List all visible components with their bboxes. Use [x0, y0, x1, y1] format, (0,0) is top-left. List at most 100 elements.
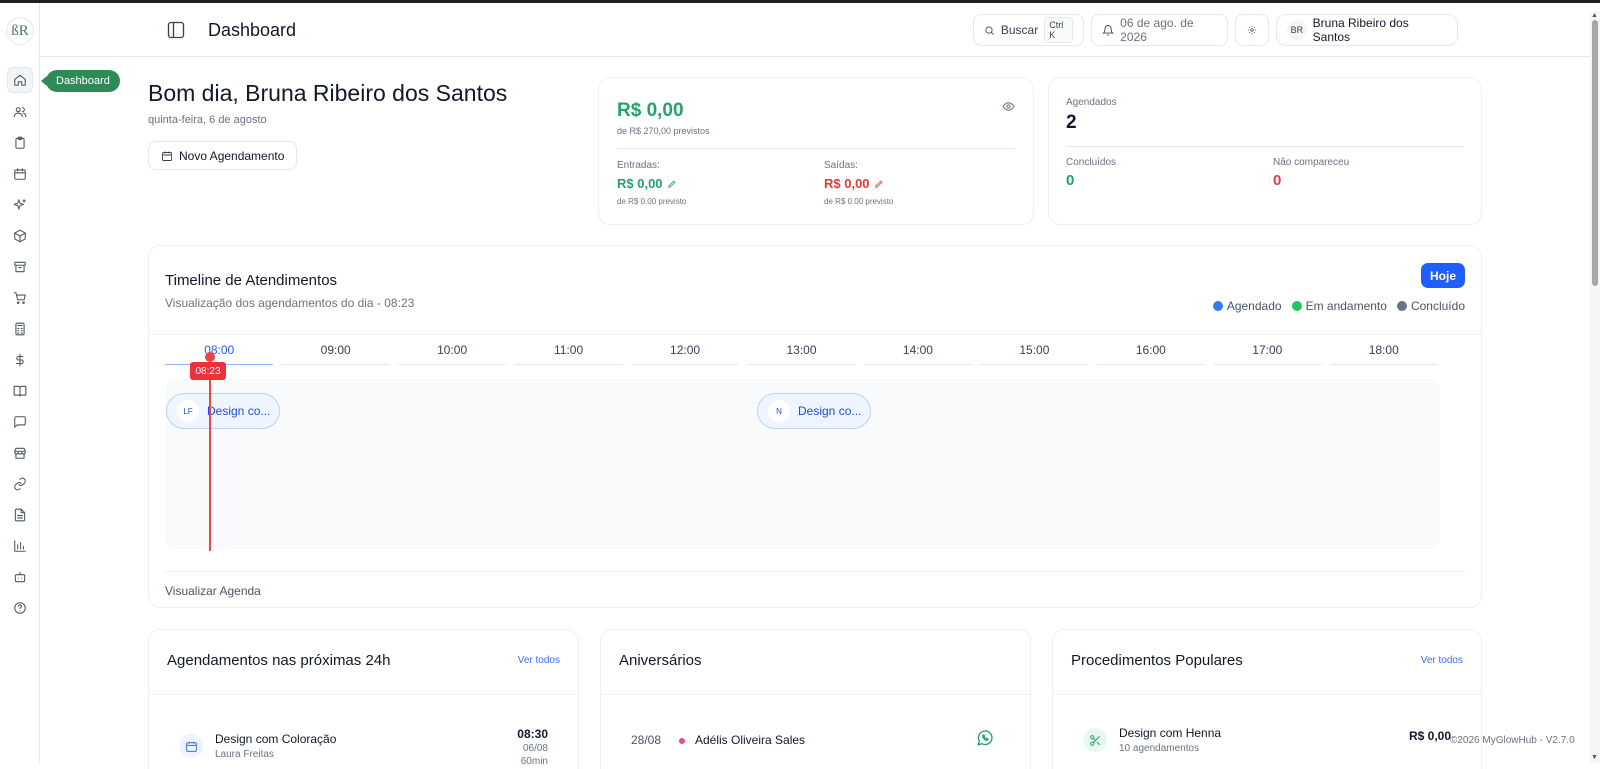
- calendar-icon: [162, 151, 172, 161]
- legend-in-progress: Em andamento: [1291, 299, 1387, 313]
- search-label: Buscar: [1000, 23, 1039, 37]
- appointment-chip[interactable]: N Design co...: [757, 393, 871, 429]
- home-icon[interactable]: [7, 67, 33, 93]
- timeline-subtitle: Visualização dos agendamentos do dia - 0…: [165, 296, 415, 310]
- procedure-price: R$ 0,00: [1408, 729, 1451, 743]
- timeline-title: Timeline de Atendimentos: [165, 272, 338, 289]
- scrollbar-thumb[interactable]: [1592, 20, 1598, 286]
- birthdays-title: Aniversários: [619, 652, 702, 669]
- appointment-client: Laura Freitas: [215, 749, 274, 760]
- current-date: quinta-feira, 6 de agosto: [148, 114, 267, 126]
- user-name: Bruna Ribeiro dos Santos: [1312, 16, 1409, 44]
- app-logo[interactable]: ßR: [6, 17, 34, 45]
- help-icon[interactable]: [7, 595, 33, 621]
- calculator-icon[interactable]: [7, 316, 33, 342]
- appointment-label: Design co...: [798, 404, 862, 418]
- bell-icon: [1102, 24, 1115, 36]
- book-icon[interactable]: [7, 378, 33, 404]
- document-icon[interactable]: [7, 502, 33, 528]
- birthday-name: Adélis Oliveira Sales: [695, 733, 806, 747]
- eye-icon[interactable]: [1002, 100, 1015, 118]
- divider: [149, 334, 1481, 335]
- whatsapp-icon[interactable]: [976, 729, 994, 752]
- upcoming-title: Agendamentos nas próximas 24h: [167, 652, 391, 669]
- upcoming-card: Agendamentos nas próximas 24h Ver todos …: [148, 629, 579, 769]
- appointment-service: Design com Coloração: [215, 732, 337, 746]
- finance-total-sub: de R$ 270,00 previstos: [617, 126, 710, 136]
- package-icon[interactable]: [7, 223, 33, 249]
- settings-button[interactable]: [1235, 14, 1269, 46]
- sparkles-icon[interactable]: [7, 192, 33, 218]
- procedure-name: Design com Henna: [1119, 726, 1222, 740]
- expense-sub: de R$ 0.00 previsto: [824, 197, 894, 206]
- procedure-count: 10 agendamentos: [1119, 743, 1200, 754]
- birthday-date: 28/08: [631, 733, 662, 747]
- finance-total: R$ 0,00: [617, 100, 684, 121]
- hour-label: 11:00: [514, 343, 623, 365]
- search-shortcut: Ctrl K: [1044, 17, 1073, 43]
- scroll-up-icon[interactable]: ▲: [1591, 12, 1598, 19]
- finance-card: R$ 0,00 de R$ 270,00 previstos Entradas:…: [598, 77, 1034, 225]
- store-icon[interactable]: [7, 440, 33, 466]
- copyright: ©2026 MyGlowHub - V2.7.0: [1450, 735, 1575, 746]
- timeline-legend: Agendado Em andamento Concluído: [1212, 299, 1465, 313]
- divider: [617, 148, 1015, 149]
- appointment-time: 08:30: [517, 727, 548, 741]
- edit-expense-icon[interactable]: [874, 179, 884, 189]
- clipboard-icon[interactable]: [7, 130, 33, 156]
- scroll-down-icon[interactable]: ▼: [1591, 754, 1598, 761]
- users-icon[interactable]: [7, 99, 33, 125]
- today-button[interactable]: Hoje: [1421, 263, 1465, 288]
- header-date: 06 de ago. de 2026: [1120, 16, 1194, 44]
- hour-label: 12:00: [630, 343, 740, 365]
- appointment-chip[interactable]: LF Design co...: [166, 393, 280, 429]
- view-schedule-link[interactable]: Visualizar Agenda: [165, 584, 261, 598]
- sidebar: ßR: [0, 3, 40, 763]
- popular-see-all-link[interactable]: Ver todos: [1421, 655, 1463, 666]
- link-icon[interactable]: [7, 471, 33, 497]
- search-icon: [985, 25, 994, 35]
- scrollbar[interactable]: ▲ ▼: [1590, 12, 1600, 763]
- appointment-date: 06/08: [522, 743, 548, 754]
- user-menu-button[interactable]: BR Bruna Ribeiro dos Santos: [1276, 14, 1458, 46]
- hour-label: 16:00: [1096, 343, 1206, 365]
- expense-value: R$ 0,00: [824, 176, 870, 191]
- client-initials: N: [768, 400, 790, 422]
- popular-card: Procedimentos Populares Ver todos Design…: [1052, 629, 1482, 769]
- bar-chart-icon[interactable]: [7, 533, 33, 559]
- calendar-icon[interactable]: [7, 161, 33, 187]
- scissors-icon: [1083, 728, 1107, 752]
- archive-icon[interactable]: [7, 254, 33, 280]
- cart-icon[interactable]: [7, 285, 33, 311]
- income-sub: de R$ 0.00 previsto: [617, 197, 687, 206]
- sidebar-toggle-icon[interactable]: [166, 20, 186, 40]
- hour-label: 18:00: [1329, 343, 1438, 365]
- dollar-icon[interactable]: [7, 347, 33, 373]
- edit-income-icon[interactable]: [667, 179, 677, 189]
- birthday-dot: [679, 738, 685, 744]
- done-label: Concluídos: [1066, 157, 1117, 168]
- income-value: R$ 0,00: [617, 176, 663, 191]
- hour-label: 15:00: [980, 343, 1089, 365]
- search-button[interactable]: Buscar Ctrl K: [973, 14, 1084, 46]
- new-appointment-label: Novo Agendamento: [179, 148, 285, 163]
- bot-icon[interactable]: [7, 564, 33, 590]
- avatar: BR: [1287, 20, 1307, 40]
- timeline-lane: LF Design co... N Design co...: [165, 379, 1440, 549]
- sidebar-tooltip: Dashboard: [41, 70, 120, 92]
- divider: [601, 694, 1030, 695]
- client-initials: LF: [177, 400, 199, 422]
- calendar-icon: [179, 734, 203, 758]
- expense-label: Saídas:: [824, 160, 858, 171]
- hour-label: 17:00: [1213, 343, 1322, 365]
- current-time-line: [209, 354, 211, 551]
- greeting: Bom dia, Bruna Ribeiro dos Santos: [148, 80, 508, 106]
- current-time-label: 08:23: [190, 362, 226, 380]
- current-time-dot: [205, 352, 215, 362]
- date-notification-button[interactable]: 06 de ago. de 2026: [1091, 14, 1228, 46]
- appointment-label: Design co...: [207, 404, 271, 418]
- new-appointment-button[interactable]: Novo Agendamento: [148, 141, 298, 170]
- legend-scheduled: Agendado: [1212, 299, 1282, 313]
- message-icon[interactable]: [7, 409, 33, 435]
- upcoming-see-all-link[interactable]: Ver todos: [518, 655, 560, 666]
